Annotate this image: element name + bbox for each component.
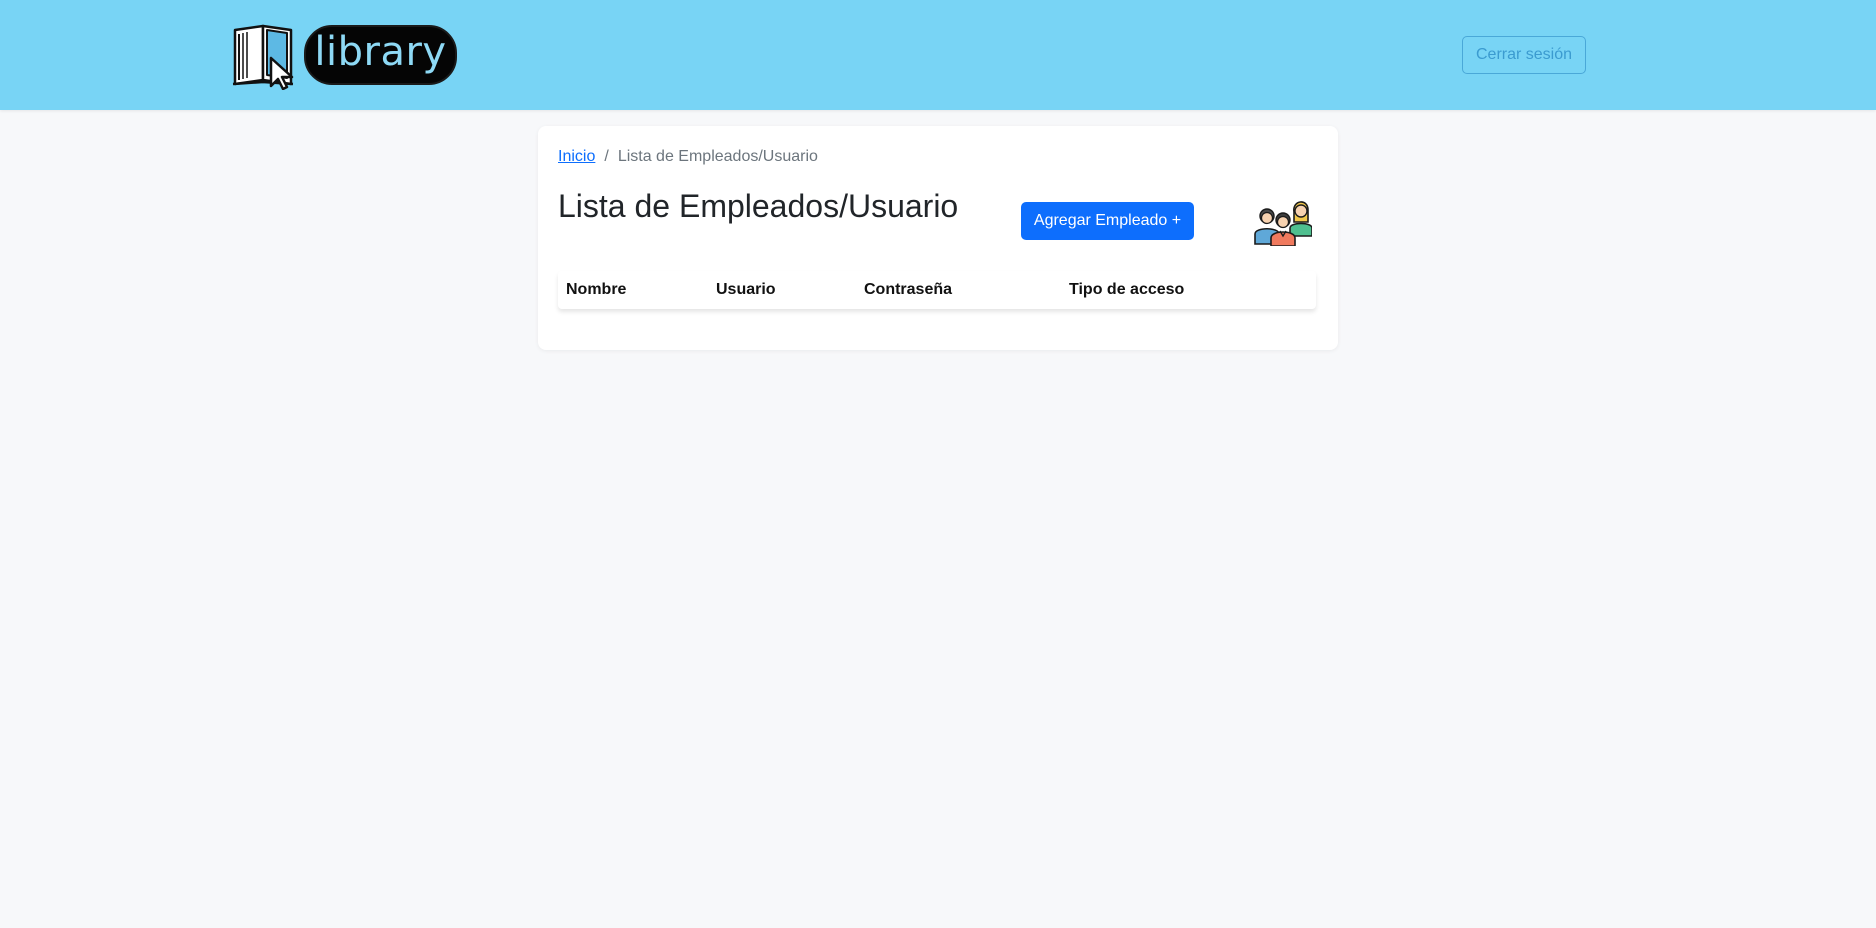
logo-text: library xyxy=(314,29,447,75)
employees-table: Nombre Usuario Contraseña Tipo de acceso xyxy=(558,271,1316,309)
employee-list-card: Inicio / Lista de Empleados/Usuario List… xyxy=(538,126,1338,350)
top-navbar: library Cerrar sesión xyxy=(0,0,1876,110)
breadcrumb-home-link[interactable]: Inicio xyxy=(558,148,595,166)
logo-wordmark: library xyxy=(304,25,457,85)
breadcrumb-separator: / xyxy=(604,148,609,165)
column-header-usuario: Usuario xyxy=(716,281,776,298)
add-employee-button[interactable]: Agregar Empleado + xyxy=(1021,202,1194,240)
column-header-contrasena: Contraseña xyxy=(864,281,953,298)
logout-button[interactable]: Cerrar sesión xyxy=(1462,36,1586,74)
breadcrumb-current: Lista de Empleados/Usuario xyxy=(617,148,818,165)
column-header-nombre: Nombre xyxy=(566,281,627,298)
book-cursor-icon xyxy=(232,24,294,90)
column-header-tipo-acceso: Tipo de acceso xyxy=(1069,281,1185,298)
page-title: Lista de Empleados/Usuario xyxy=(558,188,959,224)
people-group-icon xyxy=(1254,201,1312,246)
breadcrumb: Inicio / Lista de Empleados/Usuario xyxy=(558,148,818,166)
library-logo[interactable]: library xyxy=(231,22,461,90)
